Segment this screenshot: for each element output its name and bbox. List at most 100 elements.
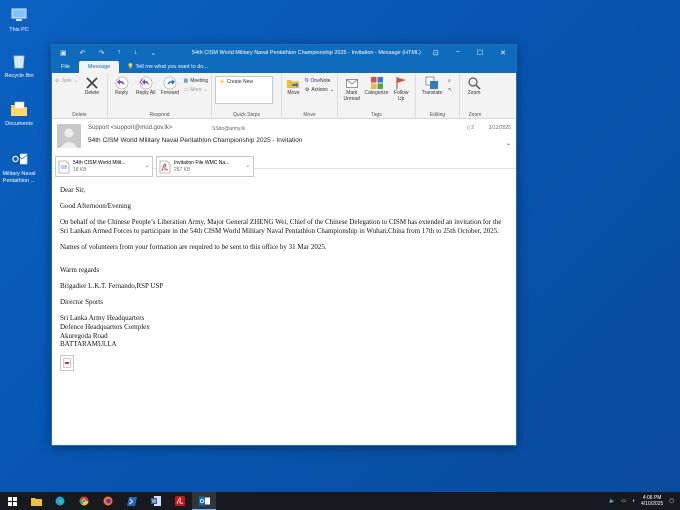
- chrome-icon: [79, 496, 89, 506]
- categorize-button[interactable]: Categorize: [364, 76, 389, 97]
- sender[interactable]: Support <support@mod.gov.lk>: [88, 125, 172, 131]
- forward-button[interactable]: Forward: [159, 76, 180, 97]
- inline-attachment-icon[interactable]: [60, 355, 74, 372]
- undo-icon[interactable]: ↶: [80, 49, 86, 57]
- tab-message[interactable]: Message: [78, 61, 120, 73]
- collapse-header-icon[interactable]: ⌄: [506, 140, 511, 147]
- tab-file[interactable]: File: [52, 61, 79, 73]
- attachment-size: 18 KB: [73, 166, 87, 173]
- ribbon-tabs: File Message 💡 Tell me what you want to …: [52, 61, 516, 73]
- close-icon[interactable]: ✕: [500, 49, 506, 57]
- acrobat-icon: [175, 496, 185, 506]
- translate-button[interactable]: Translate: [419, 76, 445, 97]
- reply-all-icon: [139, 76, 153, 90]
- volume-icon[interactable]: ◖: [632, 498, 635, 504]
- move-button[interactable]: Move: [285, 76, 302, 97]
- signatory: Brigadier L.K.T. Fernando,RSP USP: [60, 281, 164, 290]
- opening-line: Good Afternoon/Evening: [60, 201, 131, 210]
- taskbar-outlook[interactable]: [192, 492, 216, 510]
- move-folder-icon: [287, 80, 300, 88]
- system-tray: 🔈 ▭ ◖ 4:06 PM 4/10/2025 ▢: [609, 495, 680, 508]
- chevron-down-icon: ⌄: [329, 87, 334, 93]
- firefox-icon: [103, 496, 113, 506]
- onenote-label: OneNote: [310, 78, 331, 84]
- find-icon[interactable]: ⌕: [448, 78, 452, 84]
- notification-icon[interactable]: ▢: [669, 498, 674, 504]
- mark-unread-label: Mark Unread: [343, 90, 360, 102]
- taskbar-file-explorer[interactable]: [24, 492, 48, 510]
- maximize-icon[interactable]: ☐: [477, 49, 483, 57]
- delete-label: Delete: [84, 90, 100, 96]
- taskbar-firefox[interactable]: [96, 492, 120, 510]
- ribbon-group-delete: ⊘ Junk ⌄ Delete Delete: [52, 73, 108, 119]
- taskbar-acrobat[interactable]: [168, 492, 192, 510]
- reply-icon: [115, 76, 128, 90]
- message-date: 3/12/2025: [488, 125, 511, 131]
- categorize-icon: [370, 77, 383, 89]
- minimize-icon[interactable]: −: [456, 49, 460, 57]
- desktop-icon-label: Documents: [5, 121, 33, 127]
- pdf-icon: [63, 358, 71, 369]
- select-icon[interactable]: ↖: [448, 87, 452, 93]
- reply-count-icon: ▯: [467, 125, 470, 131]
- up-arrow-icon[interactable]: ↑: [117, 49, 121, 57]
- chevron-down-icon[interactable]: ⌄: [145, 163, 149, 169]
- ribbon-display-options-icon[interactable]: ⊡: [433, 49, 439, 57]
- taskbar-chrome[interactable]: [72, 492, 96, 510]
- taskbar-edge[interactable]: [48, 492, 72, 510]
- start-button[interactable]: [0, 492, 24, 510]
- group-label-move: Move: [303, 112, 316, 118]
- avatar: [57, 124, 81, 148]
- actions-button[interactable]: ⚙ Actions ⌄: [305, 87, 334, 93]
- speaker-icon[interactable]: 🔈: [609, 498, 615, 504]
- envelope-icon: [345, 79, 358, 88]
- taskbar-word[interactable]: W: [144, 492, 168, 510]
- tell-me-search[interactable]: 💡 Tell me what you want to do...: [127, 61, 208, 73]
- reply-all-label: Reply All: [136, 90, 156, 96]
- attachment-item[interactable]: 54th CISM World Milit... 18 KB ⌄: [55, 156, 153, 177]
- save-icon[interactable]: ▣: [60, 49, 67, 57]
- folder-icon: [11, 101, 27, 116]
- junk-button[interactable]: ⊘ Junk ⌄: [55, 78, 78, 84]
- body-paragraph: On behalf of the Chinese People’s Libera…: [60, 217, 502, 235]
- reply-all-button[interactable]: Reply All: [135, 76, 156, 97]
- taskbar-powershell[interactable]: [120, 492, 144, 510]
- reply-button[interactable]: Reply: [111, 76, 132, 97]
- computer-icon: [11, 8, 27, 21]
- group-label-zoom: Zoom: [468, 112, 482, 118]
- move-label: Move: [287, 90, 300, 96]
- customize-toolbar-icon[interactable]: ⌄: [150, 49, 156, 57]
- taskbar-clock[interactable]: 4:06 PM 4/10/2025: [641, 495, 663, 508]
- junk-label: Junk: [61, 78, 72, 84]
- onenote-button[interactable]: N OneNote: [305, 78, 334, 84]
- more-respond-button[interactable]: ▭ More ⌄: [183, 87, 208, 93]
- network-icon[interactable]: ▭: [621, 498, 626, 504]
- svg-text:W: W: [152, 499, 157, 505]
- desktop-icon-outlook-message[interactable]: Military Naval Pentathlon ...: [1, 150, 37, 184]
- forward-icon: [163, 76, 177, 90]
- zoom-button[interactable]: Zoom: [463, 76, 485, 97]
- follow-up-button[interactable]: Follow Up: [391, 76, 413, 103]
- desktop-icon-this-pc[interactable]: This PC: [1, 6, 37, 34]
- flag-icon: [396, 77, 407, 89]
- group-label-respond: Respond: [149, 112, 170, 118]
- taskbar: W 🔈 ▭ ◖ 4:06 PM 4/10/2025 ▢: [0, 492, 680, 510]
- reply-count-value: 2: [471, 125, 474, 131]
- greeting: Dear Sir,: [60, 186, 85, 194]
- delete-button[interactable]: Delete: [81, 76, 103, 97]
- recipient[interactable]: SSdo@army.lk: [212, 126, 245, 132]
- meeting-button[interactable]: ▦ Meeting: [183, 78, 208, 84]
- group-label-editing: Editing: [429, 112, 446, 118]
- message-subject: 54th CISM World Military Naval Pentathlo…: [88, 137, 303, 144]
- mark-unread-button[interactable]: Mark Unread: [341, 76, 363, 103]
- quick-steps-gallery[interactable]: ⚡ Create New: [215, 76, 273, 104]
- calendar-icon: ▦: [183, 78, 189, 84]
- chevron-down-icon[interactable]: ⌄: [246, 163, 250, 169]
- desktop-icon-recycle-bin[interactable]: Recycle Bin: [1, 52, 37, 80]
- attachment-item[interactable]: Invitation File WMC Na... 287 KB ⌄: [156, 156, 254, 177]
- redo-icon[interactable]: ↷: [99, 49, 105, 57]
- down-arrow-icon[interactable]: ↓: [134, 49, 138, 57]
- desktop-icon-documents[interactable]: Documents: [1, 100, 37, 128]
- ribbon-group-zoom: Zoom Zoom: [460, 73, 490, 119]
- person-icon: [60, 128, 78, 148]
